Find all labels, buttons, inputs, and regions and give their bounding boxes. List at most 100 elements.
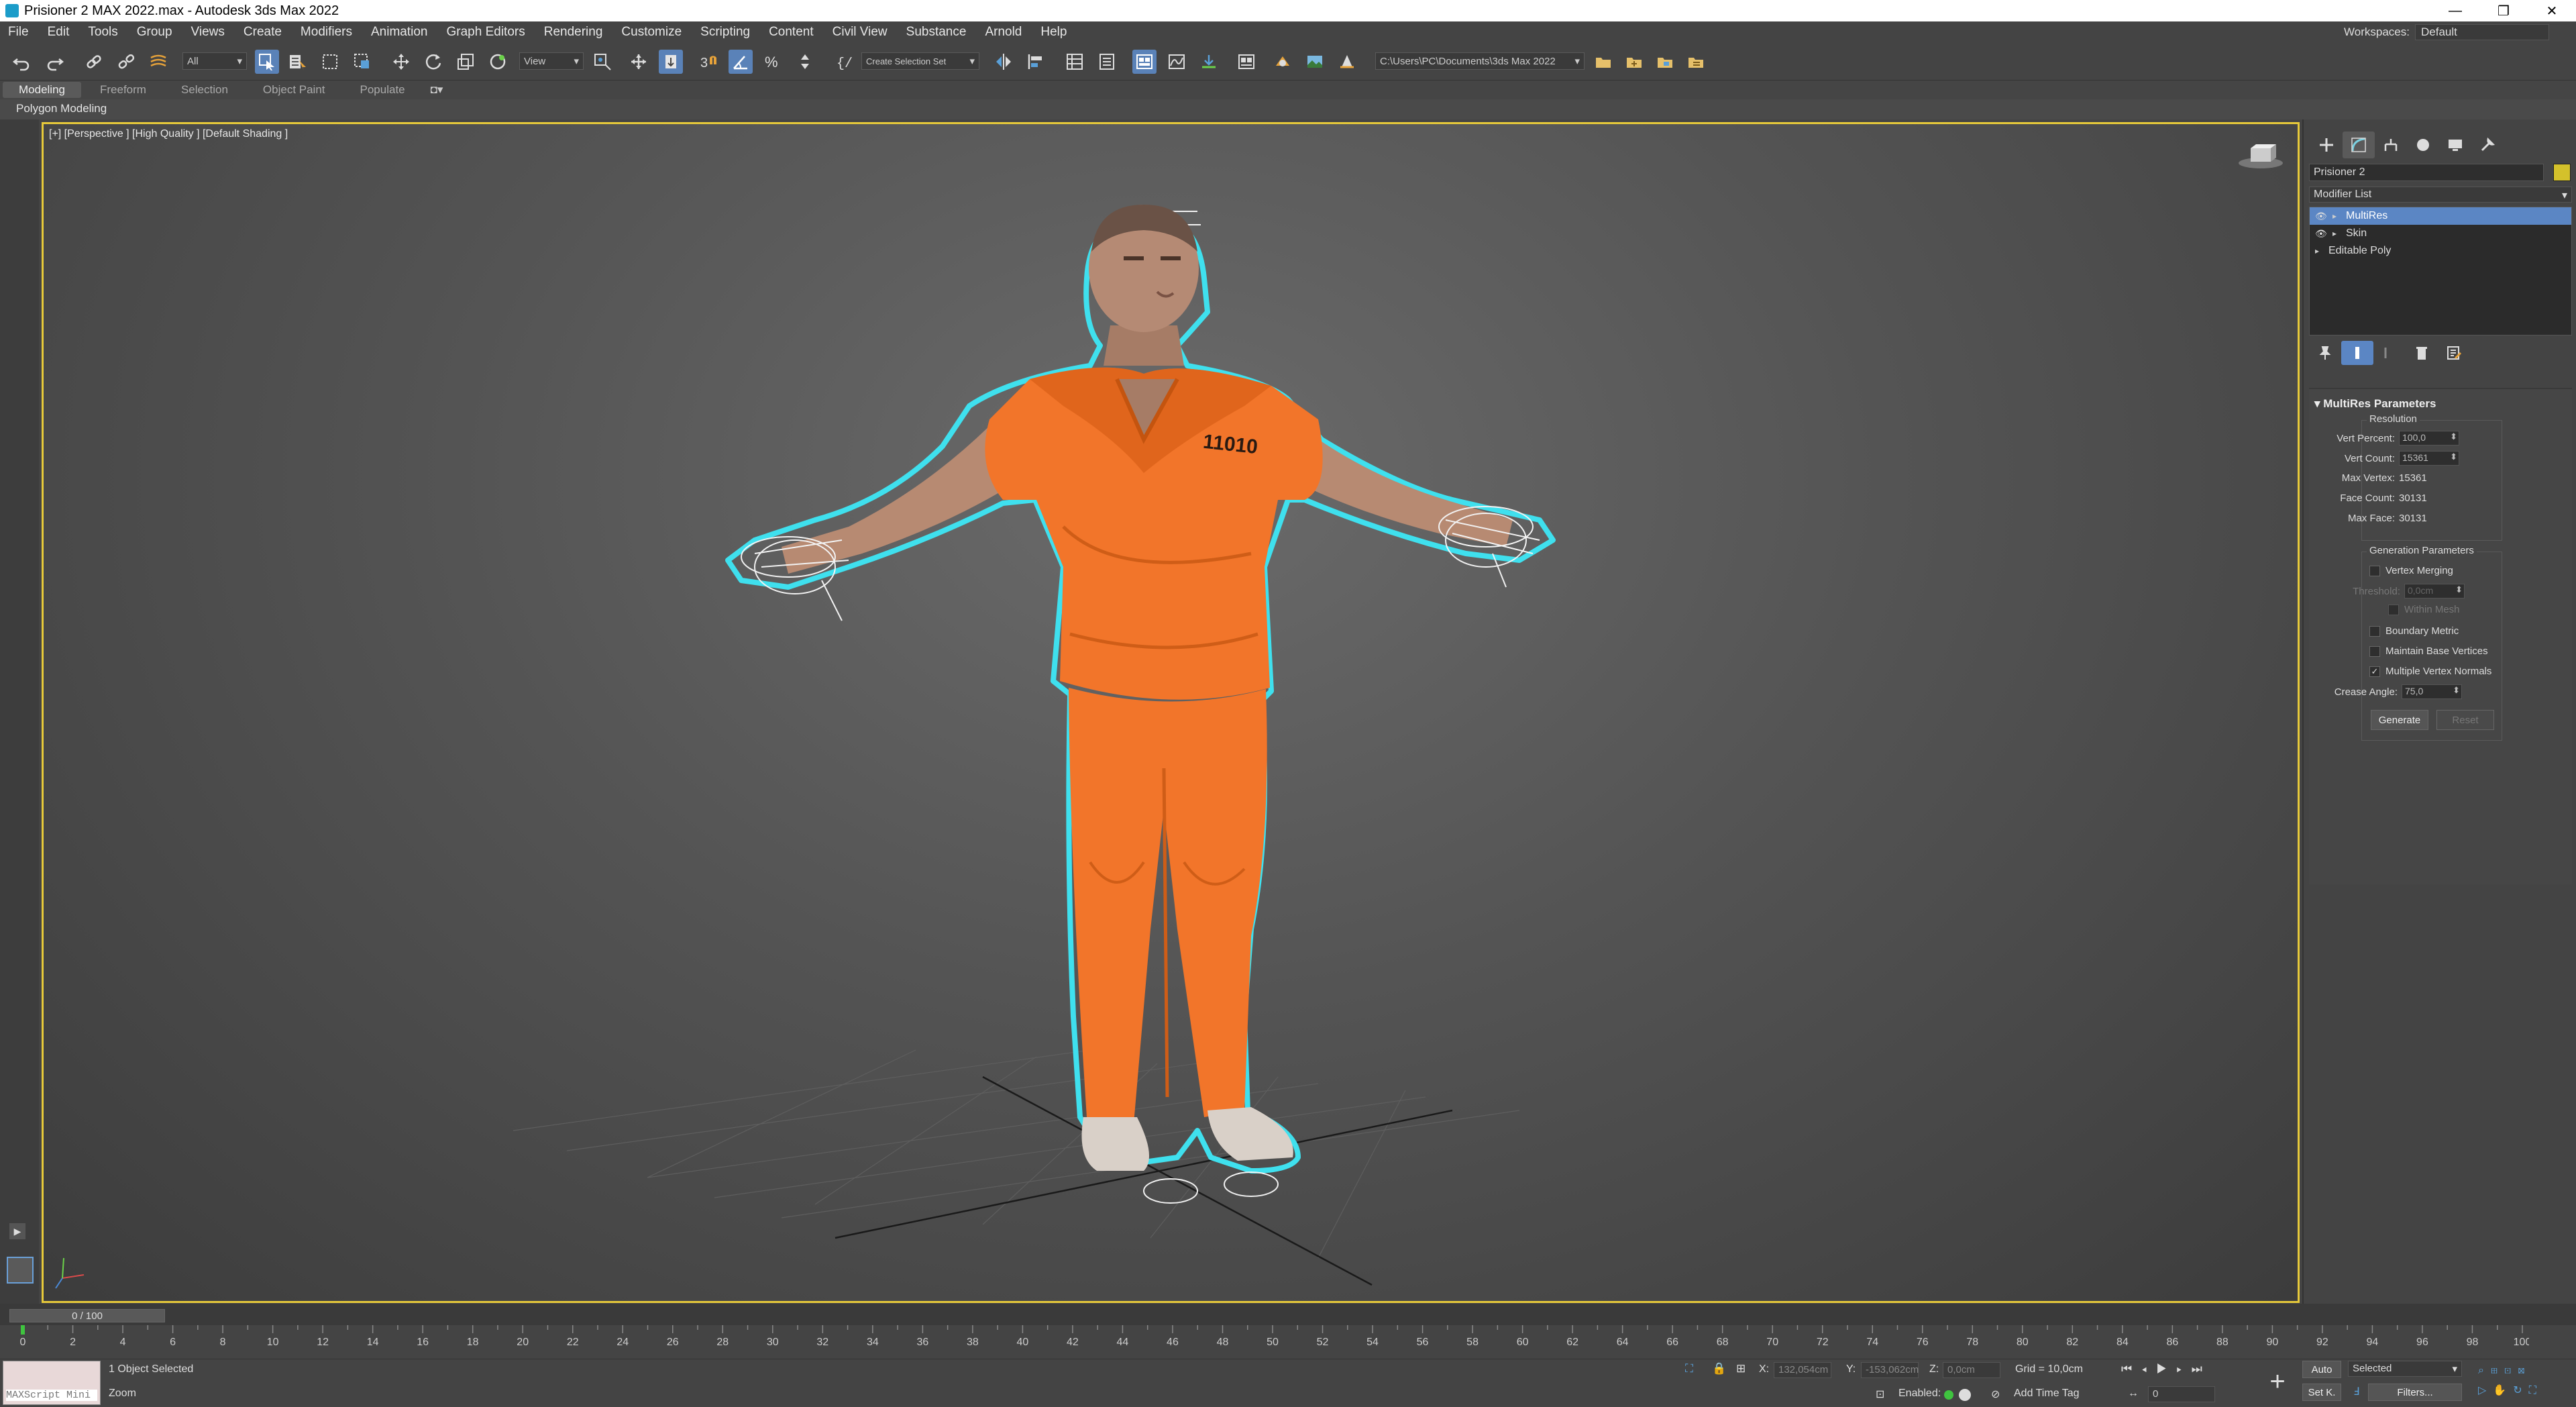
menu-modifiers[interactable]: Modifiers: [301, 25, 352, 40]
crease-angle-spinner[interactable]: 75,0: [2402, 684, 2462, 699]
set-key-button[interactable]: Set K.: [2302, 1384, 2341, 1401]
time-config-icon[interactable]: [1959, 1389, 1971, 1401]
select-and-manipulate-icon[interactable]: [627, 50, 651, 74]
hierarchy-tab-icon[interactable]: [2375, 132, 2407, 158]
menu-scripting[interactable]: Scripting: [700, 25, 750, 40]
zoom-extents-icon[interactable]: ⊡: [2504, 1365, 2518, 1376]
percent-snap-icon[interactable]: %: [761, 50, 785, 74]
play-icon[interactable]: ▶: [2156, 1362, 2176, 1375]
rollout-title[interactable]: ▾ MultiRes Parameters: [2314, 397, 2436, 411]
menu-views[interactable]: Views: [191, 25, 225, 40]
set-project-folder-icon[interactable]: [1591, 50, 1615, 74]
menu-tools[interactable]: Tools: [88, 25, 117, 40]
enabled-indicator-icon[interactable]: [1944, 1390, 1953, 1400]
make-unique-icon[interactable]: [2373, 341, 2406, 365]
menu-help[interactable]: Help: [1040, 25, 1067, 40]
menu-customize[interactable]: Customize: [621, 25, 682, 40]
remove-modifier-icon[interactable]: [2406, 341, 2438, 365]
utilities-tab-icon[interactable]: [2471, 132, 2504, 158]
maxscript-mini-input[interactable]: MAXScript Mini: [6, 1390, 97, 1401]
eye-icon[interactable]: 👁: [2315, 211, 2330, 222]
create-tab-icon[interactable]: [2310, 132, 2343, 158]
stack-item-multires[interactable]: 👁 ▸ MultiRes: [2310, 207, 2571, 225]
mirror-icon[interactable]: [991, 50, 1016, 74]
menu-civil-view[interactable]: Civil View: [833, 25, 888, 40]
configure-modifier-sets-icon[interactable]: [2438, 341, 2470, 365]
reset-button[interactable]: Reset: [2436, 710, 2494, 730]
object-name-field[interactable]: Prisioner 2: [2309, 164, 2544, 181]
z-coordinate[interactable]: 0,0cm: [1943, 1362, 2000, 1378]
open-project-icon[interactable]: [1622, 50, 1646, 74]
object-color-swatch[interactable]: [2553, 164, 2571, 181]
track-bar[interactable]: 0 2 4 6 8 10 12 14 16 18 20 22 24 26 28 30 32 34 36 38 40 42 4…: [20, 1325, 2531, 1359]
key-filters-icon[interactable]: Ⅎ: [2353, 1385, 2359, 1398]
stack-item-skin[interactable]: 👁 ▸ Skin: [2310, 225, 2571, 242]
y-coordinate[interactable]: -153,062cm: [1861, 1362, 1919, 1378]
pivot-center-icon[interactable]: [590, 50, 614, 74]
menu-animation[interactable]: Animation: [371, 25, 428, 40]
pin-stack-icon[interactable]: [2309, 341, 2341, 365]
layer-explorer-icon[interactable]: [1095, 50, 1119, 74]
maximize-viewport-icon[interactable]: ⛶: [2529, 1385, 2543, 1396]
render-production-icon[interactable]: [1335, 50, 1359, 74]
move-icon[interactable]: [389, 50, 413, 74]
align-icon[interactable]: [1024, 50, 1048, 74]
undo-icon[interactable]: [9, 50, 34, 74]
menu-graph-editors[interactable]: Graph Editors: [447, 25, 525, 40]
time-tag-icon[interactable]: ⊘: [1991, 1388, 2000, 1401]
close-button[interactable]: ✕: [2528, 0, 2576, 21]
vert-count-spinner[interactable]: 15361: [2399, 451, 2459, 466]
toggle-ribbon-icon[interactable]: [1132, 50, 1157, 74]
render-setup-icon[interactable]: [1271, 50, 1295, 74]
curve-editor-icon[interactable]: [1165, 50, 1189, 74]
field-of-view-icon[interactable]: ▷: [2478, 1385, 2493, 1396]
unlink-icon[interactable]: [114, 50, 138, 74]
selection-filter-dropdown[interactable]: All ▾: [182, 52, 247, 70]
go-to-start-icon[interactable]: ⏮: [2121, 1362, 2141, 1375]
show-end-result-icon[interactable]: [2341, 341, 2373, 365]
project-folder-dropdown[interactable]: C:\Users\PC\Documents\3ds Max 2022 ▾: [1375, 52, 1585, 70]
tab-populate[interactable]: Populate: [344, 82, 421, 98]
menu-edit[interactable]: Edit: [48, 25, 70, 40]
isolate-selection-icon[interactable]: ⛶: [1685, 1362, 1693, 1375]
filters-button[interactable]: Filters...: [2368, 1384, 2462, 1401]
previous-frame-icon[interactable]: ◂: [2141, 1362, 2156, 1375]
boundary-metric-checkbox[interactable]: [2369, 625, 2380, 637]
within-mesh-row[interactable]: Within Mesh: [2388, 604, 2460, 615]
boundary-metric-row[interactable]: Boundary Metric: [2369, 625, 2459, 637]
viewcube-icon[interactable]: [2237, 143, 2284, 170]
multiple-normals-checkbox[interactable]: ✓: [2369, 666, 2380, 677]
key-mode-icon[interactable]: ↔: [2128, 1388, 2139, 1400]
time-slider[interactable]: 0 / 100: [9, 1309, 165, 1322]
maintain-base-checkbox[interactable]: [2369, 645, 2380, 657]
scale-icon[interactable]: [453, 50, 478, 74]
stack-item-editable-poly[interactable]: ▸ Editable Poly: [2310, 242, 2571, 260]
menu-arnold[interactable]: Arnold: [985, 25, 1022, 40]
set-key-icon[interactable]: +: [2261, 1363, 2294, 1400]
ribbon-options-icon[interactable]: ◘▾: [431, 83, 443, 97]
select-by-name-icon[interactable]: [286, 50, 310, 74]
orbit-icon[interactable]: ↻: [2513, 1385, 2528, 1396]
bind-space-warp-icon[interactable]: [146, 50, 170, 74]
ribbon-panel-title[interactable]: Polygon Modeling: [0, 99, 2576, 119]
expand-arrow-icon[interactable]: ▸: [2332, 211, 2346, 221]
vert-percent-spinner[interactable]: 100,0: [2399, 431, 2459, 446]
rotate-icon[interactable]: [421, 50, 445, 74]
motion-tab-icon[interactable]: [2407, 132, 2439, 158]
auto-key-button[interactable]: Auto: [2302, 1361, 2341, 1378]
maximize-button[interactable]: ❐: [2479, 0, 2528, 21]
project-templates-icon[interactable]: [1653, 50, 1677, 74]
zoom-icon[interactable]: ⌕: [2478, 1365, 2491, 1376]
maintain-base-row[interactable]: Maintain Base Vertices: [2369, 645, 2488, 657]
redo-icon[interactable]: [43, 50, 67, 74]
tab-modeling[interactable]: Modeling: [3, 82, 81, 98]
tab-freeform[interactable]: Freeform: [84, 82, 162, 98]
scene-explorer-icon[interactable]: [1063, 50, 1087, 74]
menu-content[interactable]: Content: [769, 25, 814, 40]
modifier-list-dropdown[interactable]: Modifier List ▾: [2309, 187, 2572, 203]
menu-group[interactable]: Group: [137, 25, 172, 40]
tab-selection[interactable]: Selection: [165, 82, 244, 98]
zoom-all-icon[interactable]: ⊞: [2491, 1365, 2504, 1376]
select-object-icon[interactable]: [255, 50, 279, 74]
threshold-spinner[interactable]: 0,0cm: [2404, 584, 2465, 598]
